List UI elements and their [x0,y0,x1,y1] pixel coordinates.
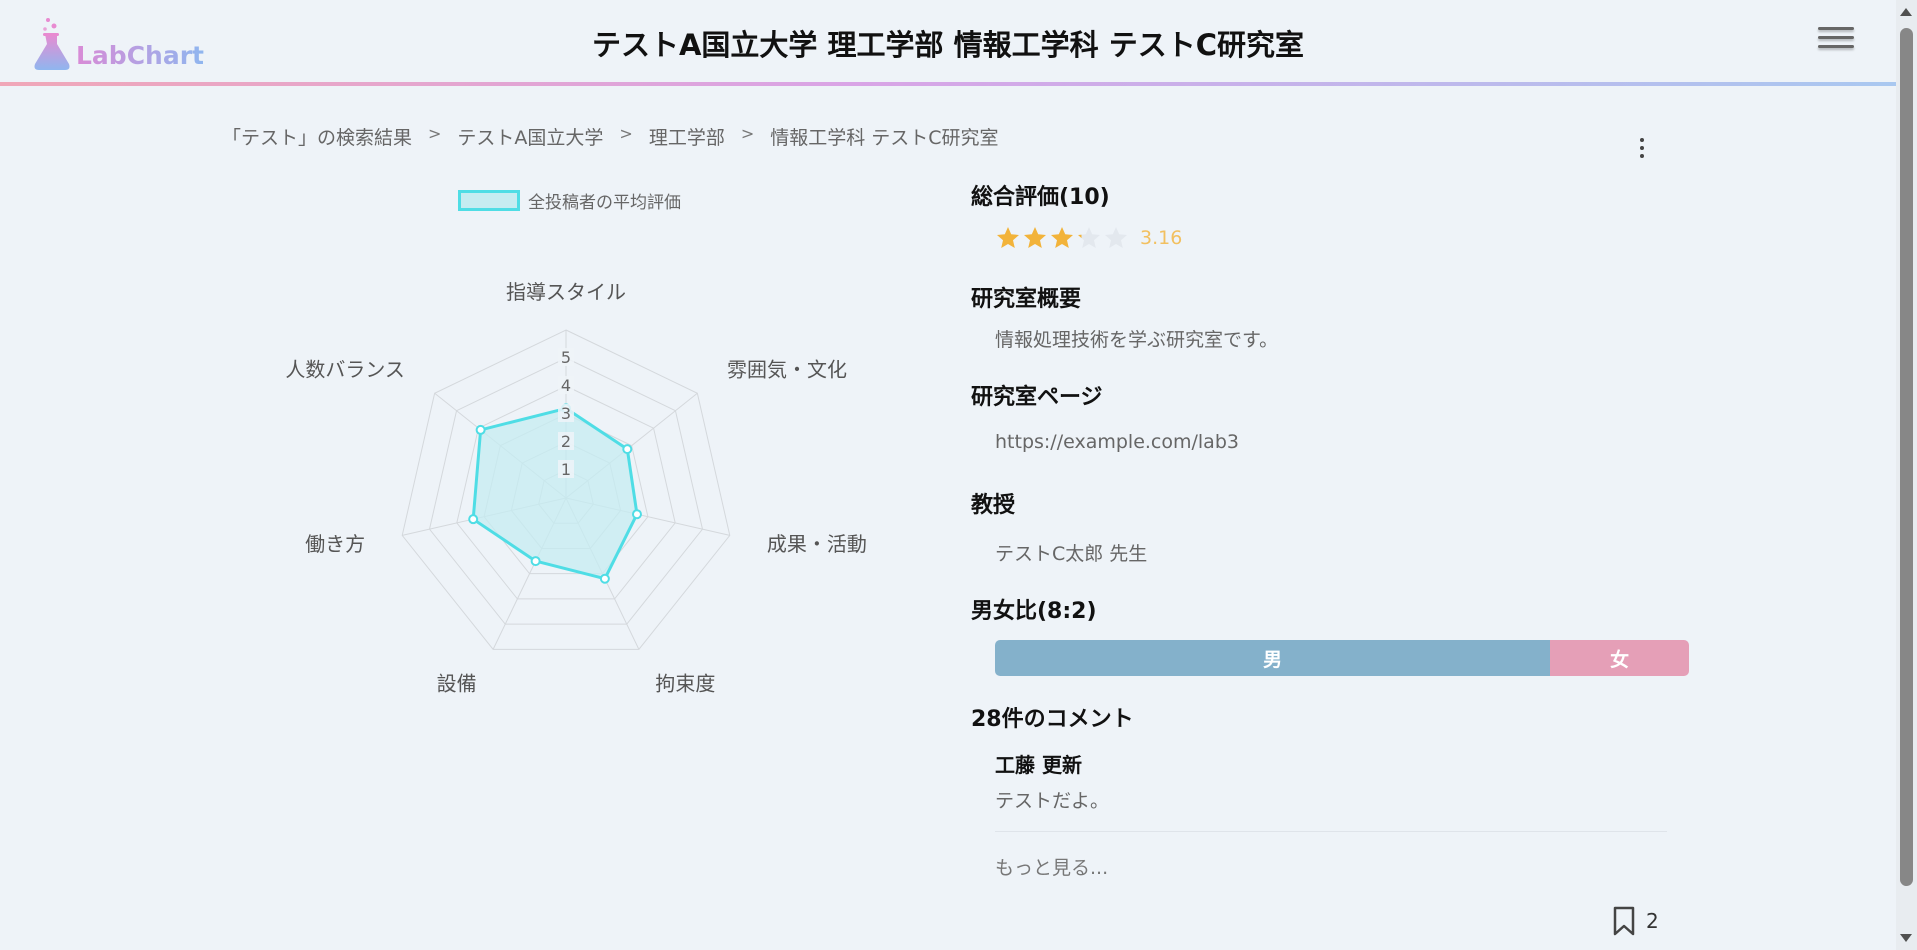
scroll-thumb[interactable] [1900,28,1913,886]
professor-title: 教授 [971,493,1016,518]
radar-tick-label: 3 [561,404,571,423]
lab-page-link[interactable]: https://example.com/lab3 [995,431,1239,453]
radar-tick-label: 4 [561,376,571,395]
radar-axis-label: 指導スタイル [506,280,626,304]
comment-author: 工藤 更新 [995,753,1082,777]
radar-data-point [631,509,642,520]
radar-axis-label: 拘束度 [655,672,715,696]
radar-series-area [471,406,639,581]
lab-page-title: 研究室ページ [971,385,1103,410]
star-icon [997,227,1019,248]
male-segment: 男 [995,640,1551,676]
gender-ratio-bar: 男 女 [995,640,1689,676]
radar-tick-label: 2 [561,432,571,451]
radar-axis-label: 人数バランス [285,358,405,382]
star-icon [1078,227,1100,248]
star-icon [1105,227,1127,248]
bookmark-icon [1613,906,1635,936]
more-options-icon[interactable] [1632,138,1652,162]
radar-data-point [475,424,486,435]
bookmark-count: 2 [1646,909,1659,933]
radar-chart: 1 2 3 4 5 指導スタイル雰囲気・文化成果・活動拘束度 設備 働き方 人数バランス [285,280,867,696]
star-icon [1024,227,1046,248]
comment-divider [995,831,1667,832]
scroll-down-arrow-icon[interactable] [1900,934,1912,942]
radar-data-point [622,444,633,455]
scroll-up-arrow-icon[interactable] [1900,8,1912,16]
radar-data-point [468,514,479,525]
radar-tick-label: 5 [561,348,571,367]
comments-title: 28件のコメント [971,707,1134,732]
radar-axis-label: 働き方 [305,532,365,556]
star-rating: 3.16 [995,225,1182,251]
overview-title: 研究室概要 [971,287,1082,312]
radar-axis-label: 成果・活動 [767,532,867,556]
more-comments-link[interactable]: もっと見る... [995,853,1108,880]
radar-axis-label: 設備 [437,672,477,696]
vertical-scrollbar[interactable] [1896,0,1917,950]
overview-text: 情報処理技術を学ぶ研究室です。 [995,329,1279,351]
bookmark-button[interactable]: 2 [1612,906,1659,936]
hamburger-menu-icon[interactable] [1818,27,1854,57]
radar-data-point [530,556,541,567]
radar-data-point [599,573,610,584]
female-segment: 女 [1550,640,1689,676]
overall-rating-title: 総合評価(10) [971,185,1110,210]
radar-tick-label: 1 [561,460,571,479]
radar-axis-label: 雰囲気・文化 [727,358,847,382]
rating-value: 3.16 [1140,227,1183,249]
star-icon [1051,227,1073,248]
comment-text: テストだよ。 [995,790,1110,812]
gender-ratio-title: 男女比(8:2) [971,599,1097,624]
professor-name: テストC太郎 先生 [995,543,1148,565]
